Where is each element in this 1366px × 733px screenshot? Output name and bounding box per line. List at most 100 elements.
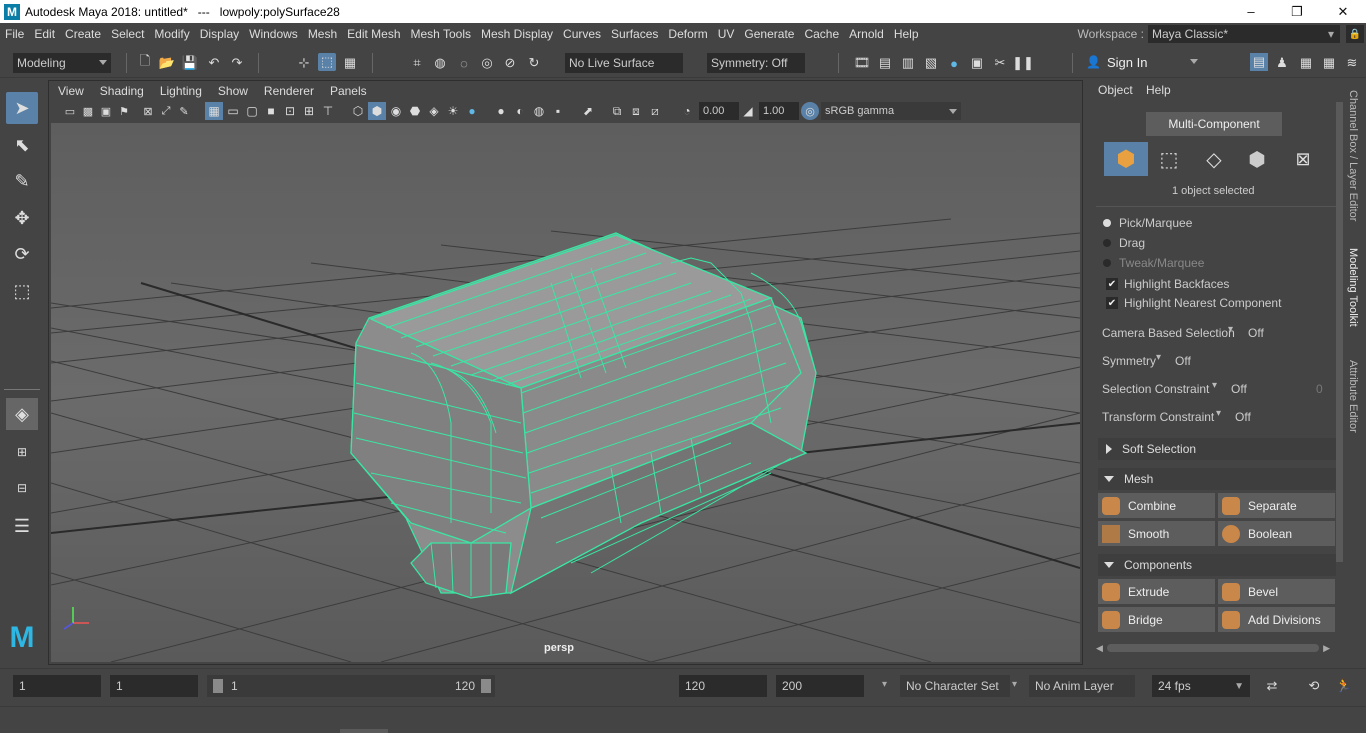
- textured-icon[interactable]: ⬣: [406, 102, 424, 120]
- menu-deform[interactable]: Deform: [663, 27, 712, 41]
- vertex-mode-icon[interactable]: ⬚: [1152, 142, 1186, 176]
- pause-icon[interactable]: ❚❚: [1012, 54, 1034, 72]
- smooth-shade-icon[interactable]: ⬢: [368, 102, 386, 120]
- camera-based-selection-value[interactable]: Off: [1248, 326, 1264, 340]
- separate-button[interactable]: Separate: [1218, 493, 1335, 518]
- workspace-dropdown[interactable]: Maya Classic* ▾: [1148, 25, 1340, 43]
- anim-end-field[interactable]: 200: [776, 675, 864, 697]
- panel-menu-lighting[interactable]: Lighting: [151, 84, 209, 98]
- tab-modeling-toolkit[interactable]: Modeling Toolkit: [1347, 248, 1359, 327]
- character-set-field[interactable]: No Character Set: [900, 675, 1010, 697]
- panel-menu-renderer[interactable]: Renderer: [255, 84, 321, 98]
- symmetry-dropdown[interactable]: Symmetry: Off: [707, 53, 805, 73]
- new-scene-icon[interactable]: 🗋: [136, 53, 154, 72]
- wireframe-icon[interactable]: ⬡: [349, 102, 367, 120]
- menu-surfaces[interactable]: Surfaces: [606, 27, 663, 41]
- 3d-viewport[interactable]: persp: [51, 123, 1080, 662]
- save-scene-icon[interactable]: 💾: [181, 54, 199, 72]
- live-surface-field[interactable]: No Live Surface: [565, 53, 683, 73]
- start-time-field[interactable]: 1: [13, 675, 101, 697]
- mesh-section[interactable]: Mesh: [1098, 468, 1336, 490]
- range-slider[interactable]: 1 120: [207, 675, 495, 697]
- menu-curves[interactable]: Curves: [558, 27, 606, 41]
- bevel-button[interactable]: Bevel: [1218, 579, 1335, 604]
- menu-modify[interactable]: Modify: [149, 27, 194, 41]
- select-camera-icon[interactable]: ▭: [61, 102, 79, 120]
- backface-culling-icon[interactable]: ⧄: [646, 102, 664, 120]
- safe-title-icon[interactable]: ⊤: [319, 102, 337, 120]
- exposure-icon[interactable]: ◔: [678, 102, 696, 120]
- layout-single-pane-icon[interactable]: ◈: [6, 398, 38, 430]
- menu-select[interactable]: Select: [106, 27, 149, 41]
- open-scene-icon[interactable]: 📂: [158, 54, 176, 72]
- tweak-marquee-radio[interactable]: [1103, 259, 1111, 267]
- safe-action-icon[interactable]: ⊞: [300, 102, 318, 120]
- tool-settings-icon[interactable]: ▦: [1297, 54, 1315, 72]
- undo-icon[interactable]: ↶: [205, 54, 223, 72]
- face-mode-icon[interactable]: ⬢: [1240, 142, 1274, 176]
- menu-mesh[interactable]: Mesh: [303, 27, 342, 41]
- scale-tool-icon[interactable]: ⬚: [6, 275, 38, 307]
- grid-toggle-icon[interactable]: ▦: [205, 102, 223, 120]
- end-time-field[interactable]: 120: [679, 675, 767, 697]
- wireframe-on-shaded-icon[interactable]: ◉: [387, 102, 405, 120]
- command-line-resize-handle[interactable]: [340, 729, 388, 733]
- multisample-aa-icon[interactable]: ◐: [511, 102, 529, 120]
- panel-menu-view[interactable]: View: [49, 84, 91, 98]
- select-tool-icon[interactable]: ➤: [6, 92, 38, 124]
- grease-pencil-icon[interactable]: ✎: [175, 102, 193, 120]
- menu-mesh-display[interactable]: Mesh Display: [476, 27, 558, 41]
- panel-menu-show[interactable]: Show: [209, 84, 255, 98]
- ipr-render-icon[interactable]: ▥: [899, 54, 917, 72]
- bookmarks-icon[interactable]: ▣: [97, 102, 115, 120]
- snap-curve-icon[interactable]: ◍: [431, 54, 449, 72]
- selection-constraint-number[interactable]: 0: [1316, 382, 1323, 396]
- render-settings-icon[interactable]: ▧: [922, 54, 940, 72]
- workspace-lock-icon[interactable]: 🔒: [1346, 25, 1364, 43]
- sign-in-dropdown[interactable]: 👤 Sign In: [1082, 52, 1202, 72]
- gamma-icon[interactable]: ◢: [739, 102, 757, 120]
- scroll-left-icon[interactable]: ◀: [1096, 643, 1103, 654]
- menu-mesh-tools[interactable]: Mesh Tools: [406, 27, 476, 41]
- select-by-object-icon[interactable]: ⬚: [318, 53, 336, 71]
- menu-windows[interactable]: Windows: [244, 27, 303, 41]
- xray-active-components-icon[interactable]: ⧉: [608, 102, 626, 120]
- use-all-lights-icon[interactable]: ◈: [425, 102, 443, 120]
- bookmark-flag-icon[interactable]: ⚑: [115, 102, 133, 120]
- motion-blur-icon[interactable]: ●: [492, 102, 510, 120]
- xray-icon[interactable]: ⬈: [579, 102, 597, 120]
- menu-arnold[interactable]: Arnold: [844, 27, 889, 41]
- channel-box-icon[interactable]: ▦: [1320, 54, 1338, 72]
- image-plane-icon[interactable]: ⊠: [139, 102, 157, 120]
- snap-point-icon[interactable]: ◌: [455, 54, 473, 72]
- horizontal-scrollbar[interactable]: ◀ ▶: [1096, 643, 1330, 653]
- menu-display[interactable]: Display: [195, 27, 244, 41]
- menu-uv[interactable]: UV: [713, 27, 740, 41]
- smooth-button[interactable]: Smooth: [1098, 521, 1215, 546]
- snap-grid-icon[interactable]: ⌗: [408, 54, 426, 72]
- layer-editor-icon[interactable]: ≋: [1343, 54, 1361, 72]
- modeling-toolkit-icon[interactable]: ▤: [1250, 53, 1268, 71]
- xray-joints-icon[interactable]: ⧈: [627, 102, 645, 120]
- tab-attribute-editor[interactable]: Attribute Editor: [1347, 360, 1359, 433]
- maximize-button[interactable]: ❐: [1274, 0, 1320, 23]
- field-chart-icon[interactable]: ⊡: [281, 102, 299, 120]
- move-tool-icon[interactable]: ✥: [6, 202, 38, 234]
- gate-mask-icon[interactable]: ■: [262, 102, 280, 120]
- minimize-button[interactable]: –: [1228, 0, 1274, 23]
- auto-key-icon[interactable]: ⟲: [1305, 677, 1323, 695]
- menu-file[interactable]: File: [0, 27, 29, 41]
- panel-menu-panels[interactable]: Panels: [321, 84, 374, 98]
- range-end-handle[interactable]: [481, 679, 491, 693]
- selection-constraint-value[interactable]: Off: [1231, 382, 1247, 396]
- outliner-layout-icon[interactable]: ☰: [6, 510, 38, 542]
- chevron-down-icon[interactable]: ▾: [1228, 324, 1233, 335]
- extrude-button[interactable]: Extrude: [1098, 579, 1215, 604]
- menuset-dropdown[interactable]: Modeling: [13, 53, 111, 73]
- edge-mode-icon[interactable]: ◇: [1197, 142, 1231, 176]
- close-button[interactable]: ✕: [1320, 0, 1366, 23]
- highlight-nearest-checkbox[interactable]: ✔: [1106, 297, 1118, 309]
- current-start-field[interactable]: 1: [110, 675, 198, 697]
- range-start-handle[interactable]: [213, 679, 223, 693]
- snap-view-plane-icon[interactable]: ⊘: [501, 54, 519, 72]
